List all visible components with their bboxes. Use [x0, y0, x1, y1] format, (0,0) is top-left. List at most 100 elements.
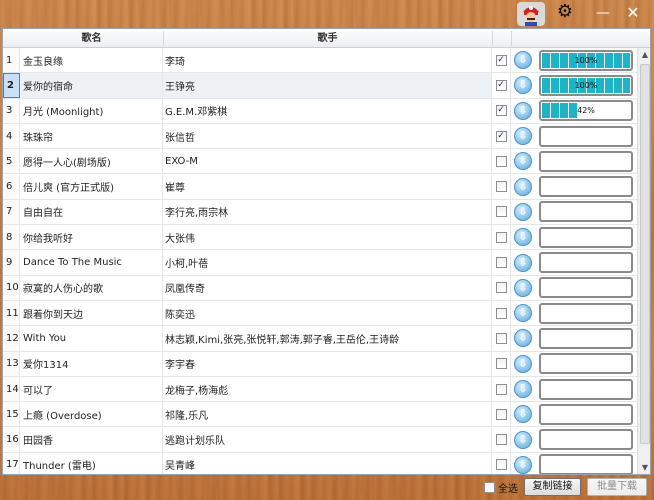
- header-song-name[interactable]: 歌名: [20, 29, 163, 48]
- download-arrow-icon[interactable]: ⇩: [514, 202, 532, 221]
- download-progress-bar: 100%: [539, 74, 633, 96]
- settings-gear-icon[interactable]: ⚙: [556, 3, 574, 21]
- download-progress-bar: [539, 429, 633, 451]
- download-cell: ⇩: [511, 124, 535, 148]
- artist-name: EXO-M: [163, 149, 492, 174]
- row-checkbox-cell: [492, 149, 511, 174]
- table-row[interactable]: 10 寂寞的人伤心的歌 凤凰传奇 ⇩: [3, 275, 637, 301]
- download-arrow-icon[interactable]: ⇩: [514, 152, 532, 171]
- table-row[interactable]: 16 田园香 逃跑计划乐队 ⇩: [3, 427, 637, 453]
- artist-name: 凤凰传奇: [163, 275, 492, 300]
- progress-text: [541, 203, 631, 220]
- download-arrow-icon[interactable]: ⇩: [514, 51, 532, 70]
- download-arrow-icon[interactable]: ⇩: [514, 76, 532, 95]
- mario-avatar-icon[interactable]: [517, 2, 545, 26]
- table-row[interactable]: 13 爱你1314 李宇春 ⇩: [3, 351, 637, 377]
- row-number: 16: [3, 427, 20, 452]
- row-checkbox[interactable]: ✓: [495, 54, 507, 66]
- download-arrow-icon[interactable]: ⇩: [514, 329, 532, 348]
- song-name: 可以了: [20, 376, 163, 402]
- row-checkbox[interactable]: [495, 257, 507, 269]
- row-checkbox-cell: [492, 174, 511, 199]
- scrollbar-thumb[interactable]: [640, 64, 650, 444]
- minimize-icon[interactable]: —: [594, 4, 612, 22]
- table-row[interactable]: 14 可以了 龙梅子,杨海彪 ⇩: [3, 376, 637, 403]
- row-checkbox[interactable]: [495, 231, 507, 243]
- download-arrow-icon[interactable]: ⇩: [514, 304, 532, 323]
- row-checkbox[interactable]: [495, 181, 507, 193]
- artist-name: 李琦: [163, 48, 492, 73]
- artist-name: 王铮亮: [163, 73, 492, 98]
- row-checkbox[interactable]: [495, 155, 507, 167]
- row-checkbox[interactable]: [495, 282, 507, 294]
- row-checkbox[interactable]: [495, 459, 507, 471]
- download-arrow-icon[interactable]: ⇩: [514, 177, 532, 196]
- download-arrow-icon[interactable]: ⇩: [514, 253, 532, 272]
- download-arrow-icon[interactable]: ⇩: [514, 278, 532, 297]
- download-progress-bar: [539, 454, 633, 474]
- artist-name: 陈奕迅: [163, 301, 492, 326]
- table-row[interactable]: 12 With You 林志颖,Kimi,张亮,张悦轩,郭涛,郭子睿,王岳伦,王诗龄…: [3, 326, 637, 352]
- download-arrow-icon[interactable]: ⇩: [514, 405, 532, 424]
- row-checkbox[interactable]: [495, 408, 507, 420]
- download-arrow-icon[interactable]: ⇩: [514, 354, 532, 373]
- song-name: 月光 (Moonlight): [20, 98, 163, 123]
- row-checkbox-cell: [492, 452, 511, 474]
- table-row[interactable]: 3 月光 (Moonlight) G.E.M.邓紫棋 ✓ ⇩ 42%: [3, 98, 637, 124]
- row-checkbox[interactable]: [495, 332, 507, 344]
- song-name: With You: [20, 326, 163, 351]
- table-row[interactable]: 17 Thunder (雷电) 吴青峰 ⇩: [3, 452, 637, 474]
- artist-name: 李宇春: [163, 351, 492, 376]
- song-name: 你给我听好: [20, 225, 163, 250]
- table-row[interactable]: 2 爱你的宿命 王铮亮 ✓ ⇩ 100%: [3, 73, 637, 99]
- row-checkbox[interactable]: [495, 206, 507, 218]
- artist-name: 林志颖,Kimi,张亮,张悦轩,郭涛,郭子睿,王岳伦,王诗龄: [163, 326, 492, 351]
- batch-download-button[interactable]: 批量下载: [587, 478, 647, 496]
- select-all-checkbox[interactable]: [484, 482, 495, 493]
- row-checkbox[interactable]: [495, 307, 507, 319]
- table-row[interactable]: 7 自由自在 李行亮,雨宗林 ⇩: [3, 199, 637, 226]
- row-checkbox[interactable]: [495, 434, 507, 446]
- download-arrow-icon[interactable]: ⇩: [514, 101, 532, 120]
- copy-link-button[interactable]: 复制链接: [524, 478, 581, 496]
- download-arrow-icon[interactable]: ⇩: [514, 380, 532, 399]
- table-row[interactable]: 8 你给我听好 大张伟 ⇩: [3, 225, 637, 251]
- scroll-up-icon[interactable]: ▲: [638, 48, 650, 62]
- table-header: 歌名 歌手: [3, 29, 650, 48]
- row-checkbox[interactable]: [495, 383, 507, 395]
- row-checkbox-cell: ✓: [492, 123, 511, 149]
- header-artist[interactable]: 歌手: [163, 29, 492, 48]
- table-row[interactable]: 9 Dance To The Music 小柯,叶蓓 ⇩: [3, 250, 637, 276]
- artist-name: 李行亮,雨宗林: [163, 199, 492, 225]
- progress-cell: [535, 149, 637, 173]
- table-row[interactable]: 1 金玉良缘 李琦 ✓ ⇩ 100%: [3, 48, 637, 74]
- download-arrow-icon[interactable]: ⇩: [514, 455, 532, 474]
- row-checkbox[interactable]: ✓: [495, 130, 507, 142]
- table-row[interactable]: 6 倍儿爽 (官方正式版) 崔尊 ⇩: [3, 174, 637, 200]
- vertical-scrollbar[interactable]: ▲ ▼: [637, 48, 650, 474]
- scroll-down-icon[interactable]: ▼: [638, 461, 650, 474]
- row-checkbox[interactable]: ✓: [495, 105, 507, 117]
- row-checkbox[interactable]: ✓: [495, 79, 507, 91]
- download-arrow-icon[interactable]: ⇩: [514, 228, 532, 247]
- progress-cell: [535, 402, 637, 426]
- table-row[interactable]: 4 珠珠帘 张信哲 ✓ ⇩: [3, 123, 637, 150]
- download-cell: ⇩: [511, 149, 535, 173]
- table-row[interactable]: 5 愿得一人心(剧场版) EXO-M ⇩: [3, 149, 637, 175]
- download-progress-bar: [539, 226, 633, 248]
- download-arrow-icon[interactable]: ⇩: [514, 430, 532, 449]
- download-arrow-icon[interactable]: ⇩: [514, 127, 532, 146]
- progress-cell: [535, 453, 637, 474]
- table-row[interactable]: 15 上瘾 (Overdose) 祁隆,乐凡 ⇩: [3, 402, 637, 428]
- download-progress-bar: [539, 176, 633, 198]
- row-checkbox-cell: [492, 275, 511, 300]
- table-row[interactable]: 11 跟着你到天边 陈奕迅 ⇩: [3, 301, 637, 327]
- row-number: 13: [3, 351, 20, 376]
- row-checkbox-cell: [492, 301, 511, 326]
- select-all[interactable]: 全选: [484, 480, 518, 495]
- download-cell: ⇩: [511, 428, 535, 452]
- row-checkbox[interactable]: [495, 358, 507, 370]
- progress-text: 42%: [577, 106, 595, 116]
- close-icon[interactable]: ✕: [624, 4, 642, 22]
- row-number: 2: [3, 73, 20, 98]
